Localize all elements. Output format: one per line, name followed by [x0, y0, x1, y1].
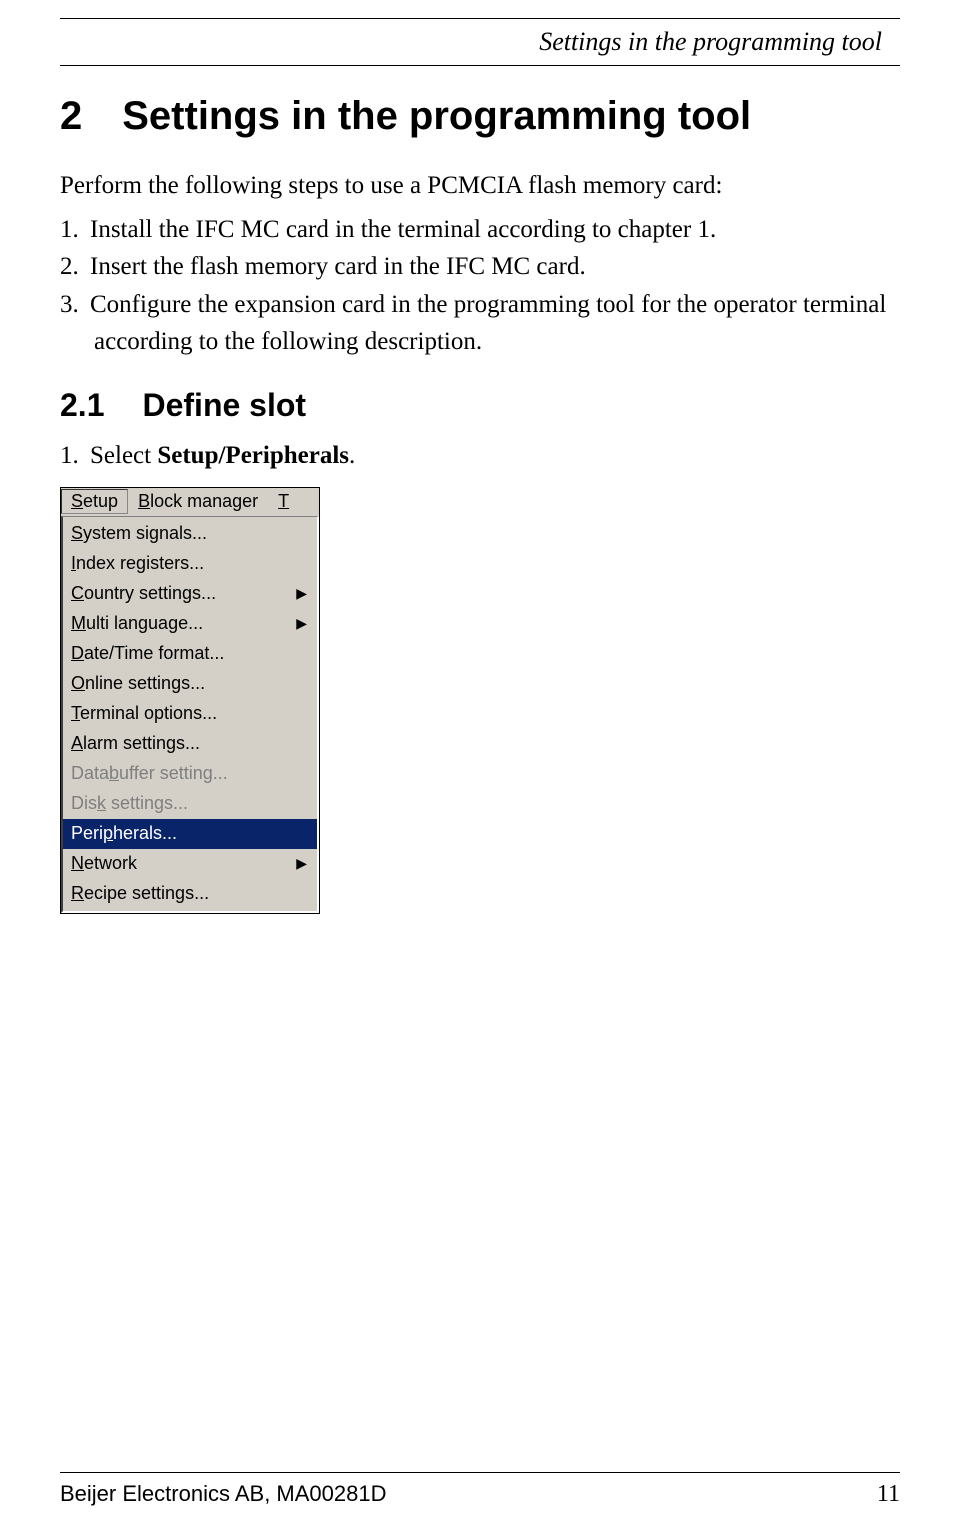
list-item: 1.Select Setup/Peripherals. — [60, 438, 900, 473]
menu-item-peripherals[interactable]: Peripherals... — [63, 819, 317, 849]
page-number: 11 — [877, 1481, 900, 1508]
subsection-title: Define slot — [142, 387, 306, 424]
menu-item-online-settings[interactable]: Online settings... — [63, 669, 317, 699]
submenu-arrow-icon: ▶ — [296, 585, 307, 602]
list-item: 2.Insert the flash memory card in the IF… — [60, 248, 900, 286]
list-item: 1.Install the IFC MC card in the termina… — [60, 211, 900, 249]
menu-item-multi-language[interactable]: Multi language...▶ — [63, 609, 317, 639]
menubar-item-setup[interactable]: Setup — [61, 489, 128, 514]
page-footer: Beijer Electronics AB, MA00281D 11 — [60, 1472, 900, 1508]
page-header: Settings in the programming tool — [60, 18, 900, 66]
section-number: 2 — [60, 94, 82, 139]
menu-item-disk-settings: Disk settings... — [63, 789, 317, 819]
menu-item-terminal-options[interactable]: Terminal options... — [63, 699, 317, 729]
list-item: 3.Configure the expansion card in the pr… — [60, 286, 900, 361]
menu-item-system-signals[interactable]: System signals... — [63, 519, 317, 549]
intro-paragraph: Perform the following steps to use a PCM… — [60, 169, 900, 203]
menubar: Setup Block manager T — [61, 488, 319, 516]
menu-screenshot: Setup Block manager T System signals... … — [60, 487, 320, 914]
menu-item-network[interactable]: Network▶ — [63, 849, 317, 879]
steps-list: 1.Install the IFC MC card in the termina… — [60, 211, 900, 361]
menubar-item-truncated[interactable]: T — [268, 489, 299, 514]
subsection-heading: 2.1 Define slot — [60, 387, 900, 424]
setup-dropdown: System signals... Index registers... Cou… — [61, 516, 319, 913]
header-title: Settings in the programming tool — [539, 27, 882, 57]
submenu-arrow-icon: ▶ — [296, 615, 307, 632]
section-heading: 2 Settings in the programming tool — [60, 94, 900, 139]
subsection-number: 2.1 — [60, 387, 104, 424]
menu-item-index-registers[interactable]: Index registers... — [63, 549, 317, 579]
menu-item-alarm-settings[interactable]: Alarm settings... — [63, 729, 317, 759]
menubar-item-block-manager[interactable]: Block manager — [128, 489, 268, 514]
menu-item-recipe-settings[interactable]: Recipe settings... — [63, 879, 317, 909]
menu-item-date-time-format[interactable]: Date/Time format... — [63, 639, 317, 669]
submenu-arrow-icon: ▶ — [296, 855, 307, 872]
page-content: 2 Settings in the programming tool Perfo… — [0, 66, 960, 914]
substeps-list: 1.Select Setup/Peripherals. — [60, 438, 900, 473]
menu-item-country-settings[interactable]: Country settings...▶ — [63, 579, 317, 609]
footer-company: Beijer Electronics AB, MA00281D — [60, 1481, 387, 1507]
menu-item-databuffer-setting: Databuffer setting... — [63, 759, 317, 789]
section-title: Settings in the programming tool — [122, 94, 751, 139]
